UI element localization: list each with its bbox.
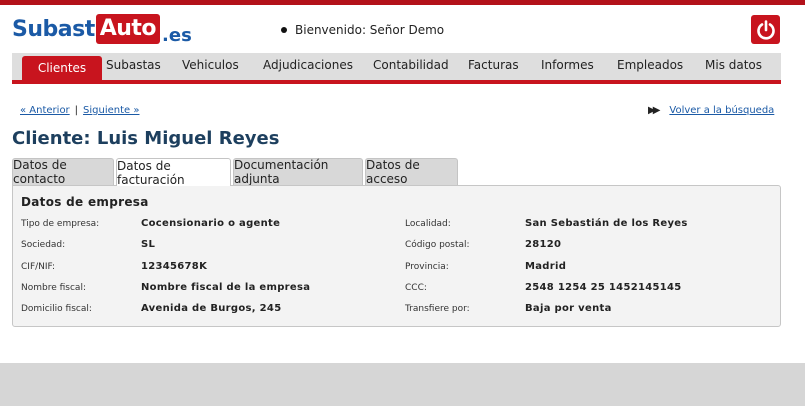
page-title: Cliente: Luis Miguel Reyes xyxy=(12,128,280,149)
nav-item-empleados[interactable]: Empleados xyxy=(617,58,683,72)
field-value: 12345678K xyxy=(141,261,208,272)
field-label: Localidad: xyxy=(405,219,451,229)
field-value: SL xyxy=(141,239,156,250)
field-label: CIF/NIF: xyxy=(21,262,56,272)
nav-item-informes[interactable]: Informes xyxy=(541,58,594,72)
site-logo[interactable]: Subast Auto .es xyxy=(12,12,192,46)
nav-item-subastas[interactable]: Subastas xyxy=(106,58,161,72)
field-value: Baja por venta xyxy=(525,303,612,314)
tab-datos-facturacion[interactable]: Datos de facturación xyxy=(116,158,231,187)
welcome-message: Bienvenido: Señor Demo xyxy=(281,23,444,37)
nav-item-clientes[interactable]: Clientes xyxy=(22,56,102,80)
tab-datos-contacto[interactable]: Datos de contacto xyxy=(12,158,114,186)
nav-item-contabilidad[interactable]: Contabilidad xyxy=(373,58,449,72)
pager-separator: | xyxy=(74,105,79,116)
nav-item-mis-datos[interactable]: Mis datos xyxy=(705,58,762,72)
field-value: San Sebastián de los Reyes xyxy=(525,218,688,229)
pagination: « Anterior | Siguiente » xyxy=(20,105,140,116)
tab-datos-acceso[interactable]: Datos de acceso xyxy=(365,158,458,186)
next-link[interactable]: Siguiente » xyxy=(83,105,139,116)
bullet-icon xyxy=(281,27,287,33)
field-label: CCC: xyxy=(405,283,427,293)
nav-item-adjudicaciones[interactable]: Adjudicaciones xyxy=(263,58,353,72)
section-heading: Datos de empresa xyxy=(21,195,149,209)
back-to-search: ▶▶ Volver a la búsqueda xyxy=(648,105,774,116)
field-label: Transfiere por: xyxy=(405,304,470,314)
welcome-text: Bienvenido: Señor Demo xyxy=(295,23,445,37)
nav-item-vehiculos[interactable]: Vehiculos xyxy=(182,58,239,72)
field-label: Provincia: xyxy=(405,262,449,272)
logo-text-subast: Subast xyxy=(12,16,95,42)
field-value: Madrid xyxy=(525,261,567,272)
nav-item-facturas[interactable]: Facturas xyxy=(468,58,519,72)
tab-documentacion-adjunta[interactable]: Documentación adjunta xyxy=(233,158,363,186)
logo-text-es: .es xyxy=(162,24,192,46)
prev-link[interactable]: « Anterior xyxy=(20,105,70,116)
field-label: Nombre fiscal: xyxy=(21,283,86,293)
logo-text-auto: Auto xyxy=(95,14,161,44)
field-label: Sociedad: xyxy=(21,240,66,250)
field-value: Cocensionario o agente xyxy=(141,218,281,229)
field-value: Avenida de Burgos, 245 xyxy=(141,303,282,314)
field-label: Tipo de empresa: xyxy=(21,219,100,229)
back-to-search-link[interactable]: Volver a la búsqueda xyxy=(669,105,774,116)
field-value: Nombre fiscal de la empresa xyxy=(141,282,311,293)
field-label: Domicilio fiscal: xyxy=(21,304,92,314)
power-icon xyxy=(756,19,775,40)
field-value: 28120 xyxy=(525,239,562,250)
field-label: Código postal: xyxy=(405,240,470,250)
main-nav: Clientes Subastas Vehiculos Adjudicacion… xyxy=(12,53,781,84)
fast-forward-icon: ▶▶ xyxy=(648,105,661,116)
logout-button[interactable] xyxy=(751,15,780,44)
field-value: 2548 1254 25 1452145145 xyxy=(525,282,682,293)
